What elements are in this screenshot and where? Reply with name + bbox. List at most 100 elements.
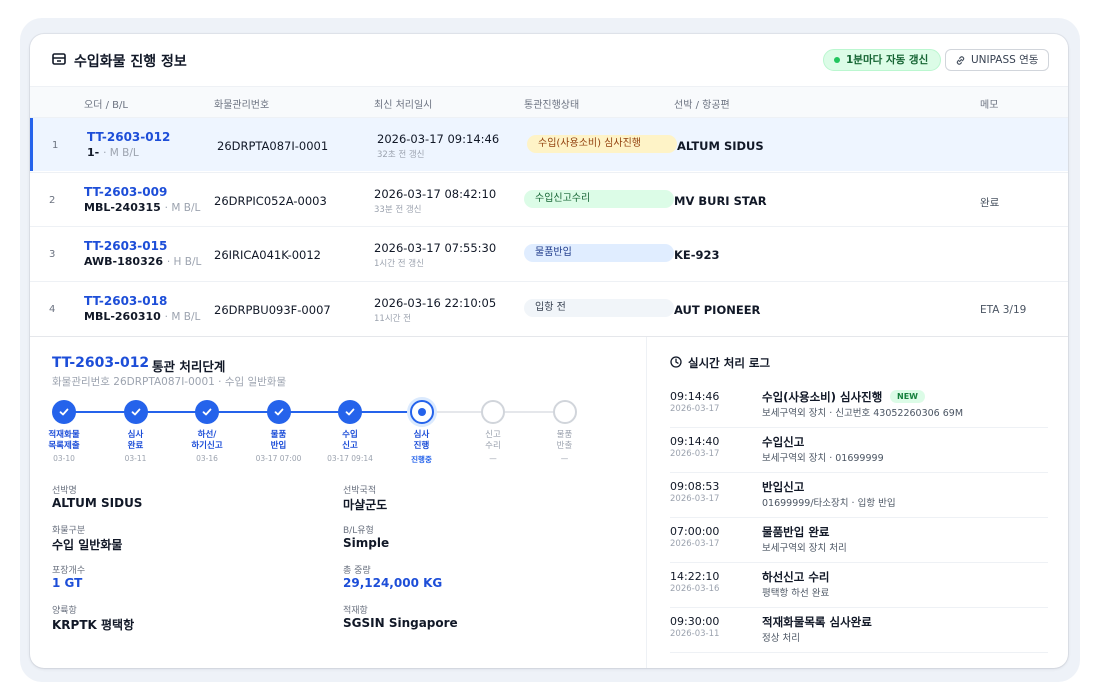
bl-number: MBL-260310 · M B/L [84, 310, 200, 323]
link-icon [956, 56, 965, 65]
step-date: 03-17 09:14 [327, 454, 373, 463]
log-date: 2026-03-17 [670, 404, 720, 414]
bl-number-value: MBL-260310 [84, 309, 161, 323]
log-date: 2026-03-16 [670, 584, 720, 594]
bl-number: 1- · M B/L [87, 146, 139, 159]
cargo-mgmt-no: 26DRPBU093F-0007 [214, 302, 331, 317]
log-title: 실시간 처리 로그 [688, 356, 771, 370]
step-marker [266, 400, 291, 424]
field-label: B/L유형 [343, 526, 374, 536]
table-row[interactable]: 1 TT-2603-012 1- · M B/L 26DRPTA087I-0001 20… [30, 117, 1068, 171]
row-index: 4 [49, 303, 56, 315]
bl-number-value: 1- [87, 146, 100, 159]
cargo-progress-card: 수입화물 진행 정보 1분마다 자동 갱신 UNIPASS 연동 오더 / B/… [30, 34, 1068, 668]
log-description: 보세구역외 장치 · 신고번호 43052260306 69M [762, 408, 964, 419]
log-description: 평택항 하선 완료 [762, 588, 830, 599]
check-icon [131, 408, 140, 416]
vessel-name: KE-923 [674, 248, 720, 262]
field-label: 선박명 [52, 486, 77, 496]
step-date: 03-17 07:00 [255, 454, 302, 463]
order-id-link[interactable]: TT-2603-009 [84, 185, 167, 199]
detail-pane: TT-2603-012 통관 처리단계 화물관리번호 26DRPTA087I-0… [30, 337, 647, 668]
step-label: 하선/하기신고 [191, 430, 223, 451]
log-description: 정상 처리 [762, 633, 800, 644]
clock-icon [670, 356, 682, 368]
bl-number-value: MBL-240315 [84, 200, 161, 214]
row-index: 3 [49, 249, 56, 260]
auto-refresh-badge: 1분마다 자동 갱신 [823, 49, 942, 71]
unipass-link-button[interactable]: UNIPASS 연동 [945, 49, 1050, 71]
detail-area: TT-2603-012 통관 처리단계 화물관리번호 26DRPTA087I-0… [30, 336, 1068, 668]
col-order-bl: 오더 / B/L [84, 100, 128, 111]
col-mgmt-no: 화물관리번호 [214, 100, 270, 111]
status-badge: 물품반입 [524, 244, 674, 262]
step-marker [52, 400, 76, 424]
step-date: 03-16 [196, 454, 218, 463]
col-memo: 메모 [980, 100, 999, 111]
table-header: 오더 / B/L 화물관리번호 최신 처리일시 통관진행상태 선박 / 항공편 … [30, 86, 1068, 117]
log-date: 2026-03-17 [670, 449, 720, 459]
log-description: 01699999/타소장치 · 입항 반입 [762, 498, 896, 509]
order-id-link[interactable]: TT-2603-012 [87, 130, 170, 144]
log-time: 09:30:00 [670, 615, 720, 628]
field-label: 총 중량 [343, 566, 371, 576]
step-date: — [560, 454, 569, 463]
step-label: 물품 반출 [556, 430, 573, 451]
bl-type: · H B/L [166, 256, 202, 268]
bl-type: · M B/L [164, 201, 201, 214]
field-label: 포장개수 [52, 566, 86, 576]
clearance-stepper: 적재화물 목록제출 03-10 심사 완료 03-11 하선/하기신고 03-16 물품 반입 03… [48, 399, 612, 469]
status-badge: 입항 전 [524, 298, 674, 317]
field-value: 마샬군도 [343, 498, 388, 512]
step-label: 수입 신고 [342, 430, 358, 451]
field-value: ALTUM SIDUS [52, 496, 143, 510]
order-id-link[interactable]: TT-2603-015 [84, 239, 167, 253]
table-row[interactable]: 3 TT-2603-015 AWB-180326 · H B/L 26IRICA041… [30, 226, 1068, 280]
bl-type: · M B/L [103, 147, 139, 159]
step-date: — [489, 454, 497, 463]
status-badge: 수입신고수리 [524, 189, 674, 208]
step-marker [195, 400, 219, 424]
step-label: 심사 진행 [413, 430, 430, 451]
log-item: 09:30:00 2026-03-11 적재화물목록 심사완료 정상 처리 [670, 608, 1048, 653]
log-item: 09:14:46 2026-03-17 수입(사용소비) 심사진행보세구역외 장치 … [670, 383, 1048, 428]
field-value: 1 GT [52, 576, 83, 590]
log-item: 07:00:00 2026-03-17 물품반입 완료보세구역외 장치 처리 [670, 518, 1048, 563]
log-event: 물품반입 완료 [762, 525, 830, 539]
bl-number: AWB-180326 · H B/L [84, 255, 201, 268]
log-date: 2026-03-17 [670, 539, 720, 549]
log-time: 09:08:53 [670, 480, 720, 493]
log-time: 09:14:46 [670, 390, 720, 403]
step-label: 적재화물 목록제출 [48, 430, 80, 451]
log-event: 수입(사용소비) 심사진행 [762, 390, 883, 404]
field-label: 선박국적 [343, 486, 377, 496]
col-status: 통관진행상태 [524, 100, 580, 111]
row-index: 2 [49, 194, 56, 206]
step-marker [481, 400, 505, 424]
col-vessel: 선박 / 항공편 [674, 100, 730, 111]
log-event: 하선신고 수리 [762, 570, 830, 584]
log-description: 보세구역외 장치 · 01699999 [762, 453, 884, 464]
step-label: 물품 반입 [270, 430, 287, 451]
log-time: 07:00:00 [670, 525, 720, 538]
step-marker [123, 400, 148, 424]
check-icon [59, 408, 69, 416]
check-icon [345, 408, 355, 416]
table-row[interactable]: 4 TT-2603-018 MBL-260310 · M B/L 26DRPBU093… [30, 280, 1068, 335]
updated-ago: 11시간 전 [374, 313, 411, 324]
check-icon [274, 408, 283, 416]
field-value: 수입 일반화물 [52, 538, 123, 552]
log-pane: 실시간 처리 로그 09:14:46 2026-03-17 수입(사용소비) 심사진… [648, 337, 1068, 668]
vessel-name: MV BURI STAR [674, 193, 767, 208]
field-value: KRPTK 평택항 [52, 618, 135, 632]
latest-datetime: 2026-03-17 07:55:30 [374, 241, 497, 255]
table-row[interactable]: 2 TT-2603-009 MBL-240315 · M B/L 26DRPIC052… [30, 171, 1068, 226]
detail-order-id: TT-2603-012 [52, 355, 150, 371]
log-event: 반입신고 [762, 480, 805, 494]
log-description: 보세구역외 장치 처리 [762, 543, 847, 554]
order-id-link[interactable]: TT-2603-018 [84, 294, 167, 308]
live-dot-icon [834, 57, 840, 63]
cargo-mgmt-no: 26IRICA041K-0012 [214, 248, 322, 262]
updated-ago: 33분 전 갱신 [374, 204, 422, 215]
log-item: 14:22:10 2026-03-16 하선신고 수리 평택항 하선 완료 [670, 563, 1048, 608]
